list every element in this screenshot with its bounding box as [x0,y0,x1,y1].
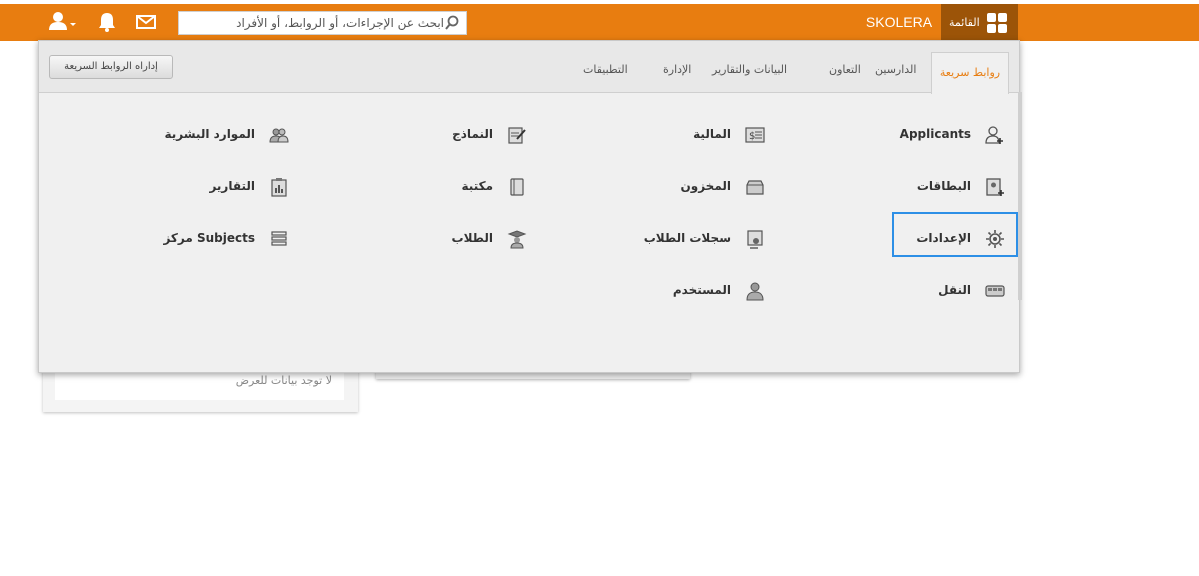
box-icon [746,180,764,195]
user-icon [49,12,76,30]
quicklink-label: التقارير [209,179,255,193]
report-icon [271,178,287,197]
quicklink-hr[interactable]: الموارد البشرية [83,121,291,149]
graduate-icon [507,230,527,249]
quicklink-library[interactable]: مكتبة [321,173,529,201]
mail-icon [136,15,156,29]
library-icon [510,178,524,196]
user-menu-button[interactable] [46,10,78,34]
empty-widget-text: لا توجد بيانات للعرض [235,374,332,387]
tab-apps[interactable]: التطبيقات [583,63,628,76]
quicklink-finance[interactable]: المالية $ [559,121,767,149]
menu-dropdown: إداراه الروابط السريعة التطبيقات الإدارة… [38,40,1020,373]
top-bar: ابحث عن الإجراءات، أو الروابط، أو الأفرا… [0,4,1199,41]
main-menu-button[interactable]: القائمة [941,4,1018,41]
quicklink-transport[interactable]: النقل [799,277,1007,305]
tab-collaboration[interactable]: التعاون [829,63,861,76]
bus-icon [985,285,1005,297]
form-icon [508,127,526,144]
tab-quicklinks[interactable]: روابط سريعة [931,52,1009,94]
chevron-down-icon [70,23,76,26]
student-record-icon [747,230,763,249]
quicklink-cards[interactable]: البطاقات [799,173,1007,201]
tab-quicklinks-label: روابط سريعة [939,66,1001,79]
user-add-icon [985,126,1003,144]
quicklink-subjects-center[interactable]: Subjects مركز [83,225,291,253]
quicklink-settings[interactable]: الإعدادات [799,225,1007,253]
quicklink-label: البطاقات [916,179,971,193]
quicklink-label: النقل [938,283,971,297]
manage-quicklinks-button[interactable]: إداراه الروابط السريعة [49,55,173,79]
quicklink-label: المالية [693,127,731,141]
quicklink-label: المستخدم [672,283,731,297]
quicklink-student-records[interactable]: سجلات الطلاب [559,225,767,253]
main-menu-label: القائمة [949,16,980,29]
quicklink-label: Subjects مركز [163,231,255,245]
quicklink-user[interactable]: المستخدم [559,277,767,305]
quicklink-label: سجلات الطلاب [643,231,731,245]
quicklink-inventory[interactable]: المخزون [559,173,767,201]
gear-icon [986,230,1004,248]
card-add-icon [986,178,1004,196]
quicklink-applicants[interactable]: Applicants [799,121,1007,149]
search-icon[interactable] [444,15,460,31]
quicklink-label: الطلاب [451,231,493,245]
quicklink-students[interactable]: الطلاب [321,225,529,253]
quicklink-label: مكتبة [461,179,493,193]
quicklink-label: الإعدادات [916,231,971,245]
people-icon [269,128,289,143]
quicklink-forms[interactable]: النماذج [321,121,529,149]
tab-administration[interactable]: الإدارة [663,63,691,76]
bell-icon [99,13,115,32]
quicklink-label: المخزون [680,179,731,193]
money-icon: $ [745,127,765,143]
tabs-bar: إداراه الروابط السريعة التطبيقات الإدارة… [39,41,1019,94]
list-icon [271,231,287,246]
quicklink-label: الموارد البشرية [164,127,255,141]
svg-text:$: $ [749,131,755,142]
tab-data-reports[interactable]: البيانات والتقارير [712,63,787,76]
brand-name[interactable]: SKOLERA [860,14,938,30]
scrollbar[interactable] [1018,92,1022,300]
tab-learners[interactable]: الدارسين [875,63,916,76]
grid-icon [987,13,1007,33]
search-input[interactable]: ابحث عن الإجراءات، أو الروابط، أو الأفرا… [178,11,467,35]
notifications-button[interactable] [95,10,119,34]
messages-button[interactable] [134,10,158,34]
quicklink-label: Applicants [899,127,971,141]
quicklink-label: النماذج [452,127,493,141]
user-icon [746,282,764,301]
quicklink-reports[interactable]: التقارير [83,173,291,201]
